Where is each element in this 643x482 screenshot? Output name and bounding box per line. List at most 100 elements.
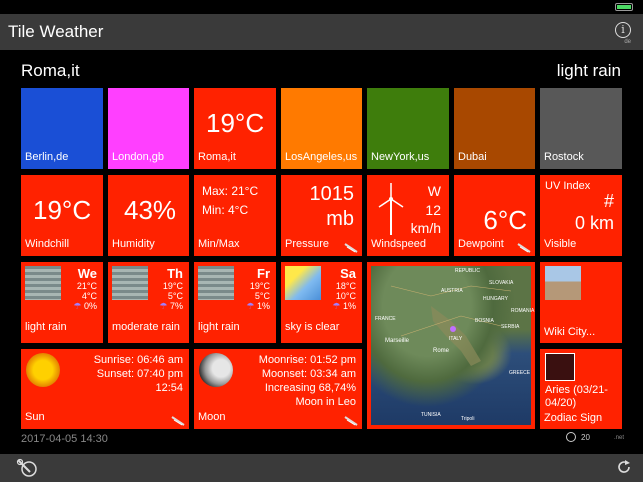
forecast-high: 21°C (76, 281, 97, 291)
windchill-value: 19°C (33, 195, 92, 225)
visibility-label: Visible (544, 238, 577, 250)
map-label: Tripoli (461, 416, 475, 422)
forecast-day: Sa (340, 266, 356, 281)
max-temp: Max: 21°C (202, 184, 259, 198)
rain-icon (112, 266, 148, 300)
map-label: ROMANIA (511, 308, 535, 314)
wind-speed: 12 (425, 202, 441, 218)
sunrise-time: Sunrise: 06:46 am (93, 354, 183, 366)
min-temp: Min: 4°C (202, 203, 249, 217)
satellite-map[interactable]: REPUBLIC SLOVAKIA AUSTRIA HUNGARY ROMANI… (371, 266, 535, 425)
dewpoint-label: Dewpoint (458, 238, 504, 250)
city-name: Dubai (458, 151, 487, 163)
wind-label: Windspeed (371, 238, 427, 250)
zodiac-label: Zodiac Sign (544, 412, 603, 424)
umbrella-icon: ☂ (246, 301, 255, 311)
city-name: LosAngeles,us (285, 151, 358, 163)
edit-icon[interactable] (517, 243, 531, 253)
zodiac-sign: Aries (03/21-04/20) (545, 384, 608, 409)
map-label: TUNISIA (421, 412, 441, 418)
forecast-pop: 0% (83, 301, 97, 311)
uv-visibility-tile[interactable]: UV Index # 0 km Visible (540, 175, 622, 256)
forecast-tile-th[interactable]: Th 19°C 5°C ☂ 7% moderate rain (108, 262, 189, 343)
forecast-temps: 19°C 5°C ☂ 1% (246, 281, 270, 311)
umbrella-icon: ☂ (73, 301, 82, 311)
uv-value: # (603, 191, 614, 211)
forecast-tile-we[interactable]: We 21°C 4°C ☂ 0% light rain (21, 262, 103, 343)
city-tile-dubai[interactable]: Dubai (454, 88, 535, 169)
dewpoint-tile[interactable]: 6°C Dewpoint (454, 175, 535, 256)
city-tile-berlin[interactable]: Berlin,de (21, 88, 103, 169)
wind-unit: km/h (410, 220, 441, 236)
moon-phase: Increasing 68,74% (264, 382, 356, 394)
forecast-day: Fr (257, 266, 270, 281)
sun-info: Sunrise: 06:46 am Sunset: 07:40 pm 12:54 (94, 353, 183, 395)
city-tile-rostock[interactable]: Rostock (540, 88, 622, 169)
pressure-label: Pressure (285, 238, 330, 250)
map-label: FRANCE (375, 316, 396, 322)
forecast-day: We (77, 266, 97, 281)
map-label: ITALY (449, 336, 463, 342)
city-name: Berlin,de (25, 151, 69, 163)
city-tile-london[interactable]: London,gb (108, 88, 189, 169)
minmax-tile[interactable]: Max: 21°C Min: 4°C Min/Max (194, 175, 276, 256)
wiki-tile[interactable]: Wiki City... (540, 262, 622, 343)
humidity-label: Humidity (112, 238, 155, 250)
humidity-value: 43% (124, 195, 177, 225)
forecast-pop: 1% (256, 301, 270, 311)
city-name: NewYork,us (371, 151, 430, 163)
zodiac-tile[interactable]: Aries (03/21-04/20) Zodiac Sign (540, 349, 622, 429)
sunset-time: Sunset: 07:40 pm (96, 368, 183, 380)
windchill-label: Windchill (25, 238, 70, 250)
moon-info: Moonrise: 01:52 pm Moonset: 03:34 am Inc… (259, 353, 356, 409)
forecast-low: 4°C (81, 291, 97, 301)
sun-image (26, 353, 60, 387)
city-name: Rostock (544, 151, 584, 163)
forecast-temps: 19°C 5°C ☂ 7% (159, 281, 183, 311)
sun-tile[interactable]: Sunrise: 06:46 am Sunset: 07:40 pm 12:54… (21, 349, 189, 429)
dewpoint-value: 6°C (483, 205, 527, 235)
map-label: Rome (433, 348, 450, 354)
visibility-value: 0 km (574, 213, 614, 233)
status-bar (0, 0, 643, 14)
map-label: BOSNIA (475, 318, 494, 324)
wiki-label: Wiki City... (544, 326, 596, 338)
aries-icon (545, 353, 575, 381)
map-label: Marseille (385, 338, 410, 344)
forecast-tile-fr[interactable]: Fr 19°C 5°C ☂ 1% light rain (194, 262, 276, 343)
pressure-tile[interactable]: 1015 mb Pressure (281, 175, 362, 256)
city-tile-losangeles[interactable]: LosAngeles,us (281, 88, 362, 169)
map-label: SERBIA (501, 324, 520, 330)
sun-icon (285, 266, 321, 300)
city-tile-roma[interactable]: 19°C Roma,it (194, 88, 276, 169)
windchill-tile[interactable]: 19°C Windchill (21, 175, 103, 256)
settings-tools-icon[interactable] (16, 458, 38, 478)
city-tile-newyork[interactable]: NewYork,us (367, 88, 449, 169)
current-city: Roma,it (21, 61, 80, 80)
sun-label: Sun (25, 411, 45, 423)
edit-icon[interactable] (344, 243, 358, 253)
last-updated: 2017-04-05 14:30 (21, 433, 108, 445)
forecast-temps: 18°C 10°C ☂ 1% (332, 281, 356, 311)
edit-icon[interactable] (171, 416, 185, 426)
humidity-tile[interactable]: 43% Humidity (108, 175, 189, 256)
city-name: London,gb (112, 151, 164, 163)
forecast-desc: light rain (198, 321, 240, 333)
refresh-icon[interactable] (617, 460, 631, 474)
map-tile[interactable]: REPUBLIC SLOVAKIA AUSTRIA HUNGARY ROMANI… (367, 262, 535, 429)
net-label: .net (614, 435, 625, 441)
city-name: Roma,it (198, 151, 236, 163)
moon-tile[interactable]: Moonrise: 01:52 pm Moonset: 03:34 am Inc… (194, 349, 362, 429)
wind-tile[interactable]: W 12 km/h Windspeed (367, 175, 449, 256)
moon-sign: Moon in Leo (295, 396, 356, 408)
edit-icon[interactable] (344, 416, 358, 426)
battery-icon (615, 3, 633, 11)
wiki-city-image (545, 266, 581, 300)
forecast-low: 5°C (254, 291, 270, 301)
forecast-pop: 7% (169, 301, 183, 311)
forecast-tile-sa[interactable]: Sa 18°C 10°C ☂ 1% sky is clear (281, 262, 362, 343)
uv-title: UV Index (545, 180, 591, 192)
forecast-low: 5°C (167, 291, 183, 301)
city-temp: 19°C (206, 108, 265, 138)
info-icon[interactable]: i (615, 22, 631, 38)
